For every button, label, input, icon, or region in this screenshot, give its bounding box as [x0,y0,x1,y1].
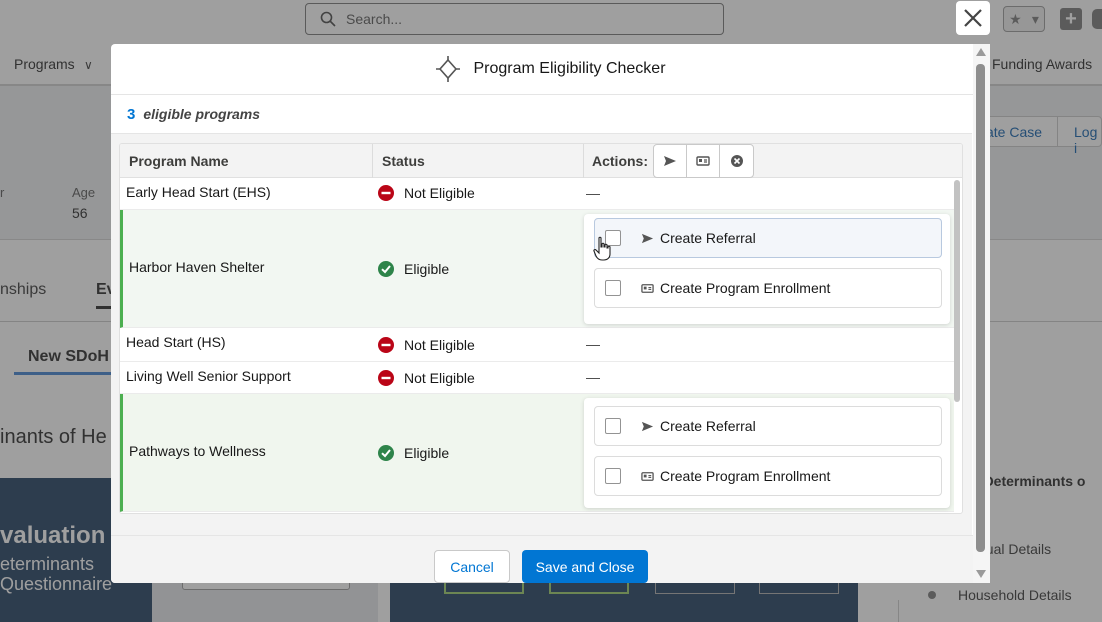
bulk-clear-button[interactable] [720,145,753,177]
modal-close-button[interactable] [956,1,990,35]
status-cell: Eligible [378,261,449,277]
program-name: Living Well Senior Support [126,368,291,384]
status-label: Eligible [404,261,450,277]
create-enrollment-checkbox[interactable] [605,468,621,484]
not-eligible-icon [378,337,394,353]
table-scrollbar[interactable] [954,180,960,402]
create-enrollment-option[interactable]: Create Program Enrollment [594,456,942,496]
send-icon [641,233,654,243]
eligibility-summary: 3 eligible programs [111,95,972,134]
eligible-icon [378,445,394,461]
id-card-icon [696,156,710,166]
action-label: Create Program Enrollment [660,468,831,484]
modal-scrollbar-thumb[interactable] [976,64,985,552]
column-divider [372,144,373,178]
clear-icon [730,155,743,167]
program-name: Early Head Start (EHS) [126,184,271,200]
status-label: Not Eligible [404,337,475,353]
send-icon [664,156,676,166]
id-card-icon [641,471,654,481]
programs-table: Program Name Status Actions: Early Head … [119,143,963,514]
action-label: Create Referral [660,418,756,434]
bulk-referral-button[interactable] [654,145,687,177]
action-label: Create Program Enrollment [660,280,831,296]
modal-footer: Cancel Save and Close [111,535,990,583]
eligible-count: 3 [127,105,136,123]
scroll-down-icon[interactable] [976,570,986,578]
modal-body: 3 eligible programs Program Name Status … [111,95,972,535]
create-referral-checkbox[interactable] [605,418,621,434]
save-and-close-button[interactable]: Save and Close [522,550,648,583]
eligible-label: eligible programs [143,106,261,122]
table-row: Pathways to Wellness Eligible Create Ref… [120,394,954,512]
status-label: Not Eligible [404,370,475,386]
modal-title: Program Eligibility Checker [473,60,666,77]
column-header-actions: Actions: [592,153,648,169]
close-icon [964,9,982,27]
status-cell: Not Eligible [378,185,475,201]
no-actions-placeholder: — [586,369,600,385]
not-eligible-icon [378,370,394,386]
table-row: Head Start (HS) Not Eligible — [120,328,954,362]
row-actions: Create Referral Create Program Enrollmen… [584,214,950,324]
hand-cursor-icon [593,236,611,261]
column-divider [583,144,584,178]
program-name: Harbor Haven Shelter [129,259,265,275]
status-label: Eligible [404,445,450,461]
create-referral-option[interactable]: Create Referral [594,218,942,258]
status-cell: Eligible [378,445,449,461]
column-header-program-name[interactable]: Program Name [129,144,229,178]
create-enrollment-label: Create Program Enrollment [641,468,830,484]
decision-icon [436,56,461,82]
send-icon [641,421,654,431]
create-referral-option[interactable]: Create Referral [594,406,942,446]
eligible-icon [378,261,394,277]
scroll-up-icon[interactable] [976,48,986,56]
column-header-status[interactable]: Status [382,144,425,178]
no-actions-placeholder: — [586,185,600,201]
create-enrollment-option[interactable]: Create Program Enrollment [594,268,942,308]
program-eligibility-modal: Program Eligibility Checker 3 eligible p… [111,44,990,583]
program-name: Head Start (HS) [126,334,226,350]
modal-header: Program Eligibility Checker [111,44,990,95]
create-enrollment-label: Create Program Enrollment [641,280,830,296]
status-label: Not Eligible [404,185,475,201]
not-eligible-icon [378,185,394,201]
bulk-action-group [653,144,754,178]
status-cell: Not Eligible [378,337,475,353]
bulk-enrollment-button[interactable] [687,145,720,177]
table-row: Harbor Haven Shelter Eligible Create Ref… [120,210,954,328]
status-cell: Not Eligible [378,370,475,386]
table-row: Living Well Senior Support Not Eligible … [120,362,954,394]
table-row: Early Head Start (EHS) Not Eligible — [120,178,954,210]
cancel-button[interactable]: Cancel [434,550,510,583]
row-actions: Create Referral Create Program Enrollmen… [584,398,950,508]
create-referral-label: Create Referral [641,418,756,434]
action-label: Create Referral [660,230,756,246]
create-enrollment-checkbox[interactable] [605,280,621,296]
create-referral-label: Create Referral [641,230,756,246]
no-actions-placeholder: — [586,336,600,352]
id-card-icon [641,283,654,293]
table-header: Program Name Status Actions: [120,144,962,178]
program-name: Pathways to Wellness [129,443,266,459]
